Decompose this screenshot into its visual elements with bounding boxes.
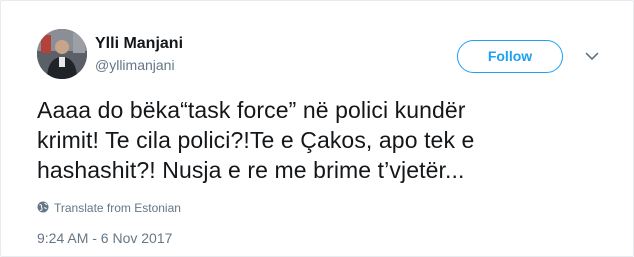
tweet-text: Aaaa do bëka“task force” në polici kundë… <box>37 95 597 185</box>
globe-icon <box>37 201 49 213</box>
more-options-button[interactable] <box>583 47 601 65</box>
tweet-header: Ylli Manjani @yllimanjani Follow <box>37 29 603 83</box>
avatar-photo <box>37 29 87 79</box>
follow-button[interactable]: Follow <box>457 40 563 73</box>
translate-link[interactable]: Translate from Estonian <box>37 200 181 216</box>
user-handle[interactable]: @yllimanjani <box>95 58 183 72</box>
tweet-text-line: Aaaa do bëka“task force” në polici kundë… <box>37 97 466 123</box>
tweet-timestamp[interactable]: 9:24 AM - 6 Nov 2017 <box>37 230 172 246</box>
user-names: Ylli Manjani @yllimanjani <box>95 36 183 73</box>
tweet-text-line: hashashit?! Nusja e re me brime t’vjetër… <box>37 157 465 183</box>
translate-label: Translate from Estonian <box>54 201 181 215</box>
avatar[interactable] <box>37 29 87 79</box>
display-name[interactable]: Ylli Manjani <box>95 36 183 52</box>
tweet-text-line: krimit! Te cila polici?!Te e Çakos, apo … <box>37 127 475 153</box>
chevron-down-icon <box>583 47 601 65</box>
tweet-card: Ylli Manjani @yllimanjani Follow Aaaa do… <box>0 0 634 257</box>
